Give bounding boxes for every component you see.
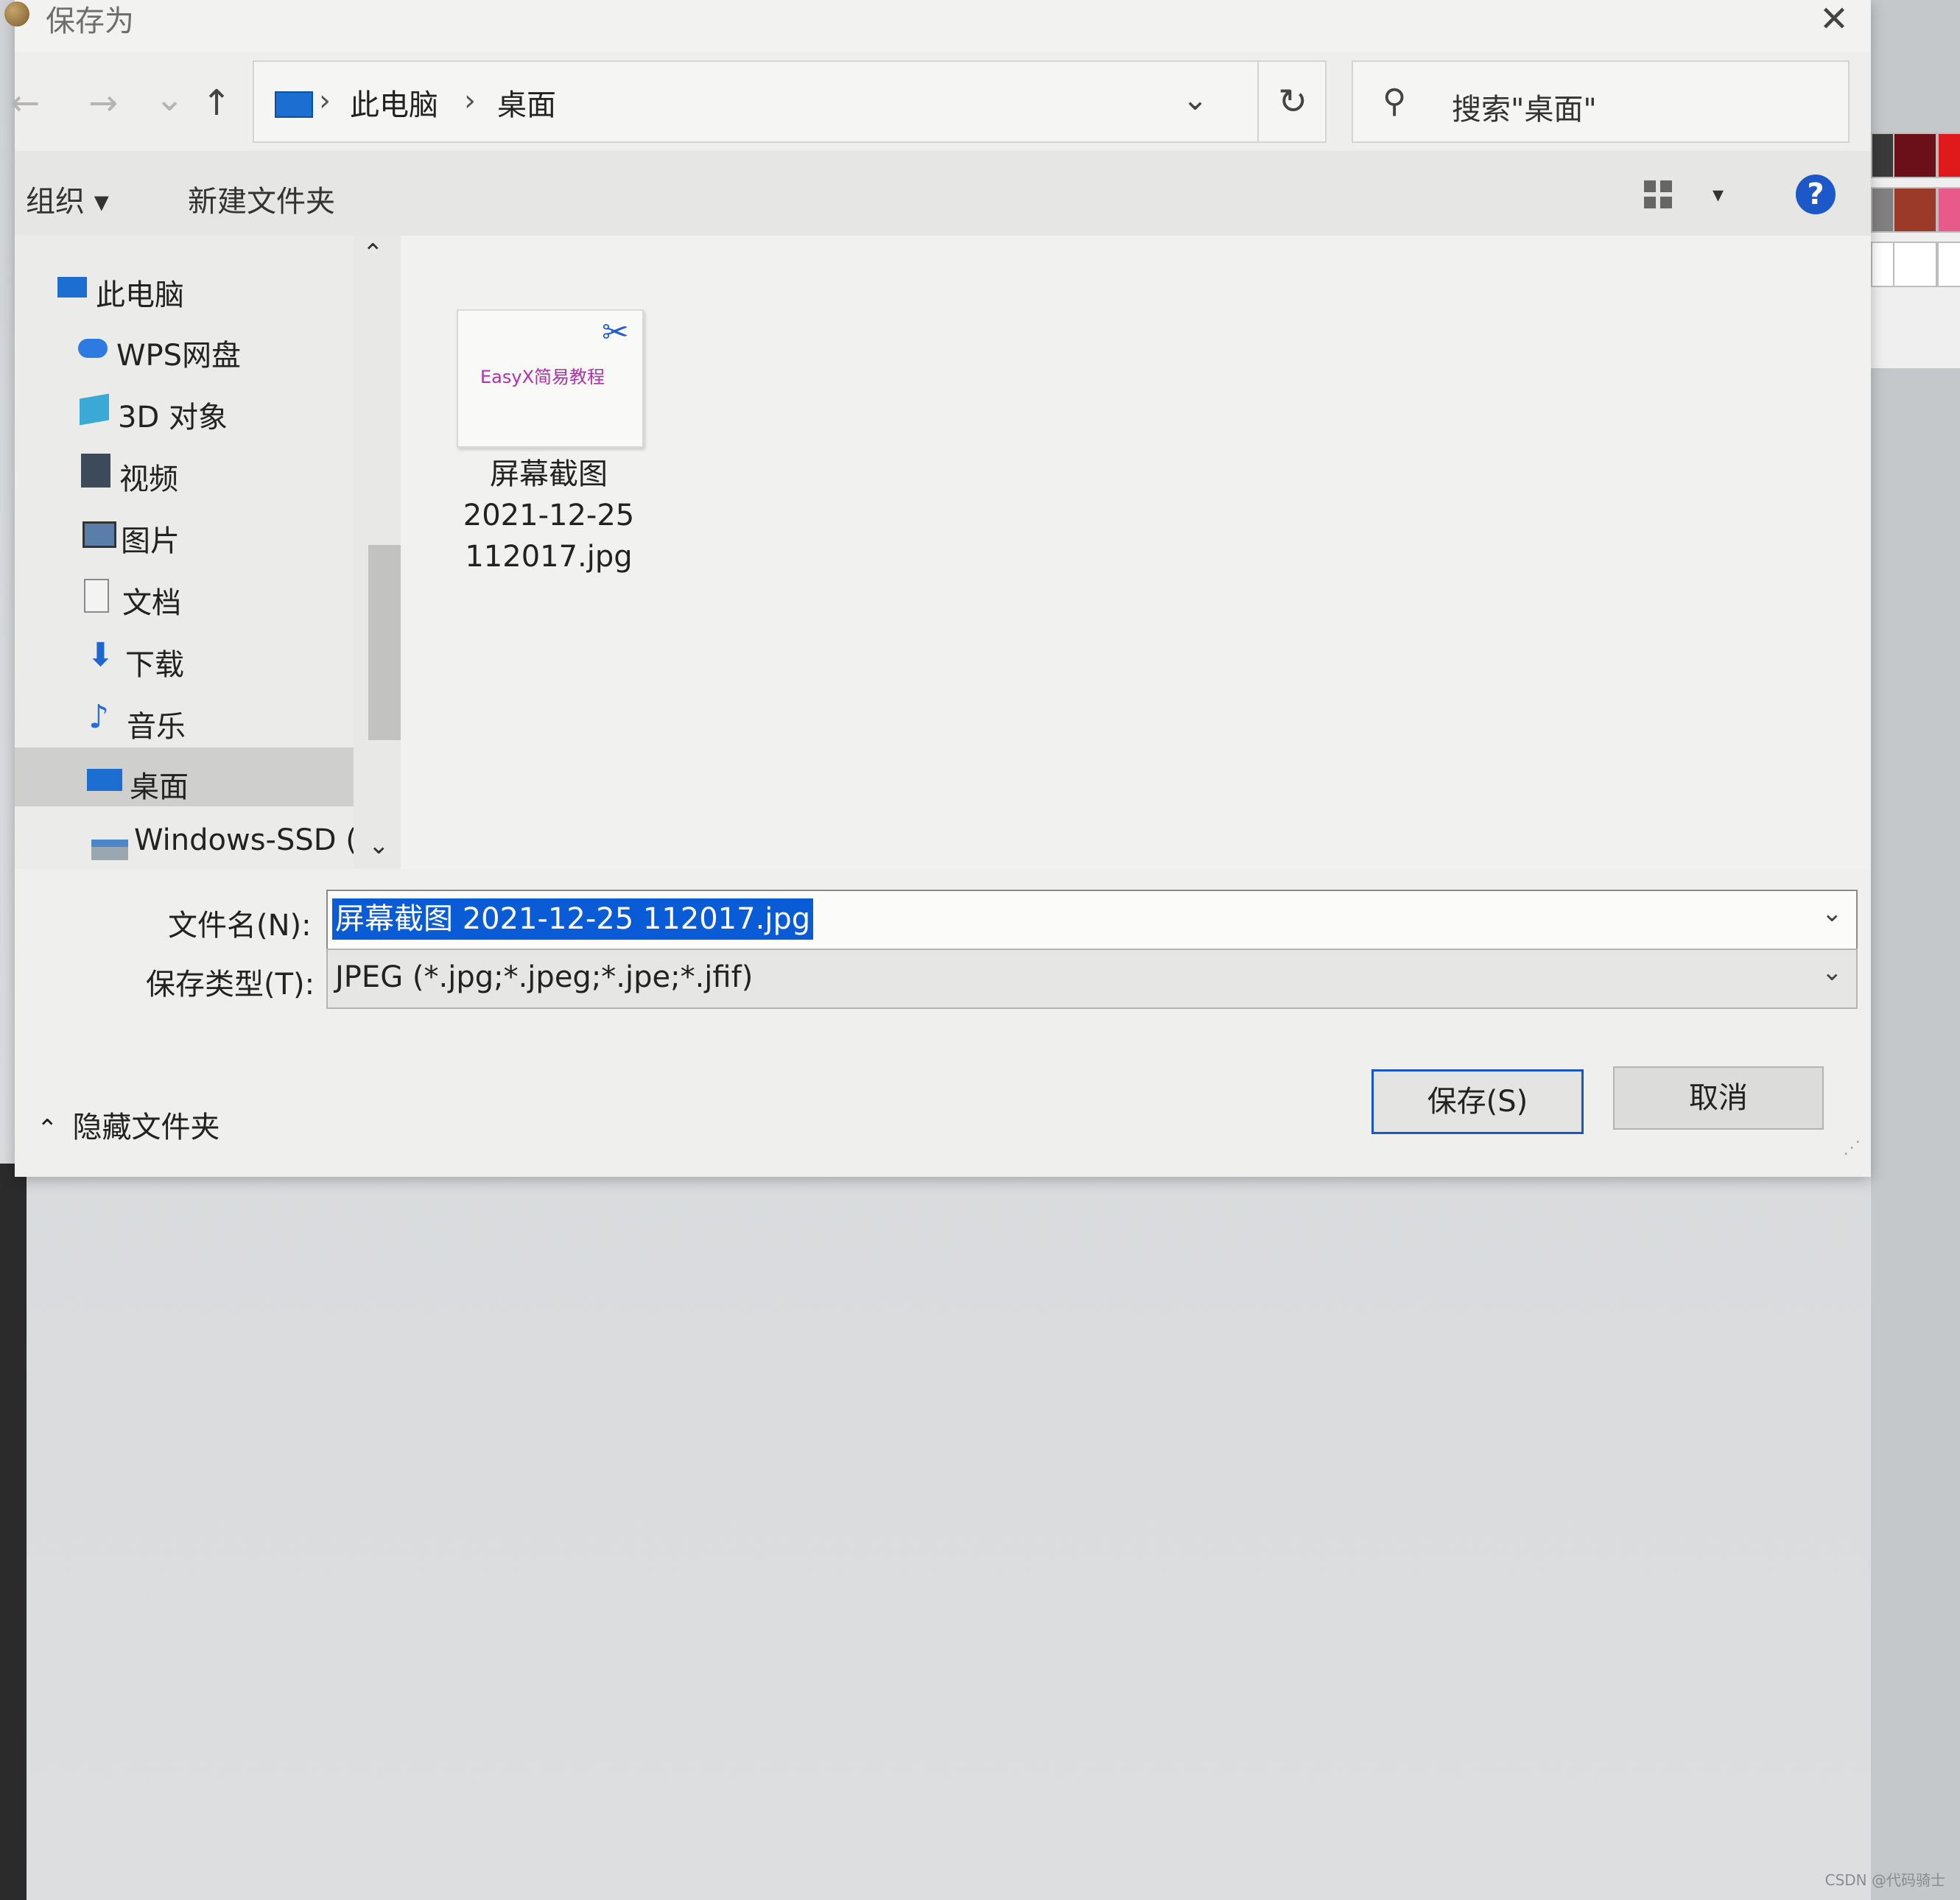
file-name-line: 屏幕截图 xyxy=(490,457,608,491)
dialog-title: 保存为 xyxy=(46,4,134,38)
up-arrow-icon[interactable]: ↑ xyxy=(202,82,231,124)
cloud-icon xyxy=(78,339,108,358)
search-input[interactable]: 搜索"桌面" xyxy=(1452,85,1597,128)
sidebar-item-videos[interactable]: 视频 xyxy=(81,454,178,498)
sidebar-item-label: 文档 xyxy=(122,586,181,620)
cube-icon xyxy=(80,393,109,426)
document-icon xyxy=(84,579,109,613)
sidebar-item-desktop[interactable]: 桌面 xyxy=(87,763,189,806)
save-type-dropdown-icon[interactable]: ⌄ xyxy=(1822,957,1843,987)
save-type-value: JPEG (*.jpg;*.jpeg;*.jpe;*.jfif) xyxy=(335,960,754,994)
swatch-8[interactable] xyxy=(1937,242,1960,287)
filename-dropdown-icon[interactable]: ⌄ xyxy=(1822,898,1843,928)
address-dropdown-icon[interactable]: ⌄ xyxy=(1182,81,1208,117)
save-type-select[interactable]: JPEG (*.jpg;*.jpeg;*.jpe;*.jfif) ⌄ xyxy=(326,949,1858,1009)
new-folder-button[interactable]: 新建文件夹 xyxy=(188,177,335,220)
sidebar-item-3d-objects[interactable]: 3D 对象 xyxy=(80,393,228,436)
swatch-5[interactable] xyxy=(1937,187,1960,233)
save-button[interactable]: 保存(S) xyxy=(1371,1069,1584,1134)
computer-icon xyxy=(57,277,87,298)
file-thumbnail[interactable]: EasyX简易教程 ✂ xyxy=(457,309,644,448)
sidebar-item-windows-ssd[interactable]: Windows-SSD ( xyxy=(91,823,357,860)
filename-field[interactable]: 屏幕截图 2021-12-25 112017.jpg ⌄ xyxy=(326,890,1858,950)
sidebar-item-label: 音乐 xyxy=(127,710,186,744)
music-note-icon: ♪ xyxy=(88,698,110,736)
back-arrow-icon[interactable]: ← xyxy=(10,82,40,124)
filename-input[interactable]: 屏幕截图 2021-12-25 112017.jpg xyxy=(332,898,814,940)
sidebar-item-label: 图片 xyxy=(121,524,180,558)
save-options-panel: 文件名(N): 屏幕截图 2021-12-25 112017.jpg ⌄ 保存类… xyxy=(15,869,1871,1177)
recent-locations-icon[interactable]: ⌄ xyxy=(155,78,184,119)
swatch-7[interactable] xyxy=(1893,242,1937,287)
sidebar-item-documents[interactable]: 文档 xyxy=(84,579,181,622)
hide-folders-toggle[interactable]: ⌃ 隐藏文件夹 xyxy=(37,1103,220,1146)
sidebar-item-music[interactable]: ♪ 音乐 xyxy=(88,698,186,745)
download-arrow-icon: ⬇ xyxy=(87,636,114,674)
sidebar-item-pictures[interactable]: 图片 xyxy=(82,517,180,560)
hide-folders-label: 隐藏文件夹 xyxy=(72,1111,220,1144)
sidebar-item-label: Windows-SSD ( xyxy=(134,823,357,857)
navigation-pane: 此电脑 WPS网盘 3D 对象 视频 图片 文档 ⬇ 下载 ♪ 音乐 桌面 Wi… xyxy=(15,236,361,869)
chevron-up-icon: ⌃ xyxy=(37,1114,58,1144)
navigation-bar: ← → ⌄ ↑ › 此电脑 › 桌面 ⌄ ↻ ⚲ 搜索"桌面" xyxy=(10,52,1871,151)
sidebar-item-label: 此电脑 xyxy=(96,278,184,312)
navigation-scrollbar[interactable]: ⌃ ⌄ xyxy=(354,236,401,869)
sidebar-item-label: WPS网盘 xyxy=(116,339,242,373)
film-icon xyxy=(81,454,110,488)
file-name-line: 112017.jpg xyxy=(465,540,633,574)
resize-grip-icon[interactable]: ⋰ xyxy=(1843,1137,1861,1158)
breadcrumb-this-pc[interactable]: 此电脑 xyxy=(350,81,438,124)
refresh-icon[interactable]: ↻ xyxy=(1257,62,1327,141)
swatch-4[interactable] xyxy=(1893,187,1937,233)
cancel-button[interactable]: 取消 xyxy=(1613,1066,1824,1130)
swatch-2[interactable] xyxy=(1937,133,1960,178)
pin-icon: ✂ xyxy=(602,314,629,351)
drive-icon xyxy=(91,840,128,860)
scrollbar-thumb[interactable] xyxy=(368,545,401,740)
sidebar-item-label: 下载 xyxy=(125,648,184,682)
swatch-1[interactable] xyxy=(1893,133,1937,178)
breadcrumb-separator-icon[interactable]: › xyxy=(464,84,476,118)
breadcrumb-separator-icon[interactable]: › xyxy=(319,84,331,118)
sidebar-item-label: 桌面 xyxy=(130,770,189,804)
search-box[interactable]: ⚲ 搜索"桌面" xyxy=(1352,60,1850,143)
sidebar-item-downloads[interactable]: ⬇ 下载 xyxy=(87,636,184,683)
file-list[interactable]: EasyX简易教程 ✂ 屏幕截图 2021-12-25 112017.jpg xyxy=(401,236,1871,869)
filename-label: 文件名(N): xyxy=(168,909,312,943)
file-name-line: 2021-12-25 xyxy=(463,499,635,532)
address-bar[interactable]: › 此电脑 › 桌面 ⌄ ↻ xyxy=(253,60,1327,143)
watermark: CSDN @代码骑士 xyxy=(1824,1871,1945,1889)
screen-bezel xyxy=(0,1164,27,1900)
file-name[interactable]: 屏幕截图 2021-12-25 112017.jpg xyxy=(442,454,656,577)
sidebar-item-label: 视频 xyxy=(119,462,178,496)
scroll-up-icon[interactable]: ⌃ xyxy=(362,239,384,268)
desktop-icon xyxy=(87,769,122,791)
title-bar[interactable]: 保存为 ✕ xyxy=(4,0,1871,52)
sidebar-item-label: 3D 对象 xyxy=(118,401,228,434)
picture-icon xyxy=(82,521,116,548)
organize-button[interactable]: 组织 ▾ xyxy=(26,177,109,220)
command-bar: 组织 ▾ 新建文件夹 ▾ ? xyxy=(15,151,1871,236)
view-options-icon[interactable] xyxy=(1644,180,1673,210)
help-icon[interactable]: ? xyxy=(1796,175,1836,214)
view-dropdown-icon[interactable]: ▾ xyxy=(1713,182,1724,208)
forward-arrow-icon[interactable]: → xyxy=(88,82,118,124)
breadcrumb-desktop[interactable]: 桌面 xyxy=(497,81,556,124)
close-button[interactable]: ✕ xyxy=(1812,0,1856,41)
save-type-label: 保存类型(T): xyxy=(146,968,315,1002)
app-icon xyxy=(4,1,29,27)
sidebar-item-wps-cloud[interactable]: WPS网盘 xyxy=(78,331,242,374)
scroll-down-icon[interactable]: ⌄ xyxy=(368,831,390,860)
thumbnail-text: EasyX简易教程 xyxy=(480,367,605,387)
sidebar-item-this-pc[interactable]: 此电脑 xyxy=(57,271,184,314)
color-palette xyxy=(1871,133,1960,368)
save-as-dialog: 保存为 ✕ ← → ⌄ ↑ › 此电脑 › 桌面 ⌄ ↻ ⚲ 搜索"桌面" 组织… xyxy=(4,0,1871,1177)
search-icon: ⚲ xyxy=(1383,82,1407,120)
computer-icon xyxy=(275,91,313,118)
